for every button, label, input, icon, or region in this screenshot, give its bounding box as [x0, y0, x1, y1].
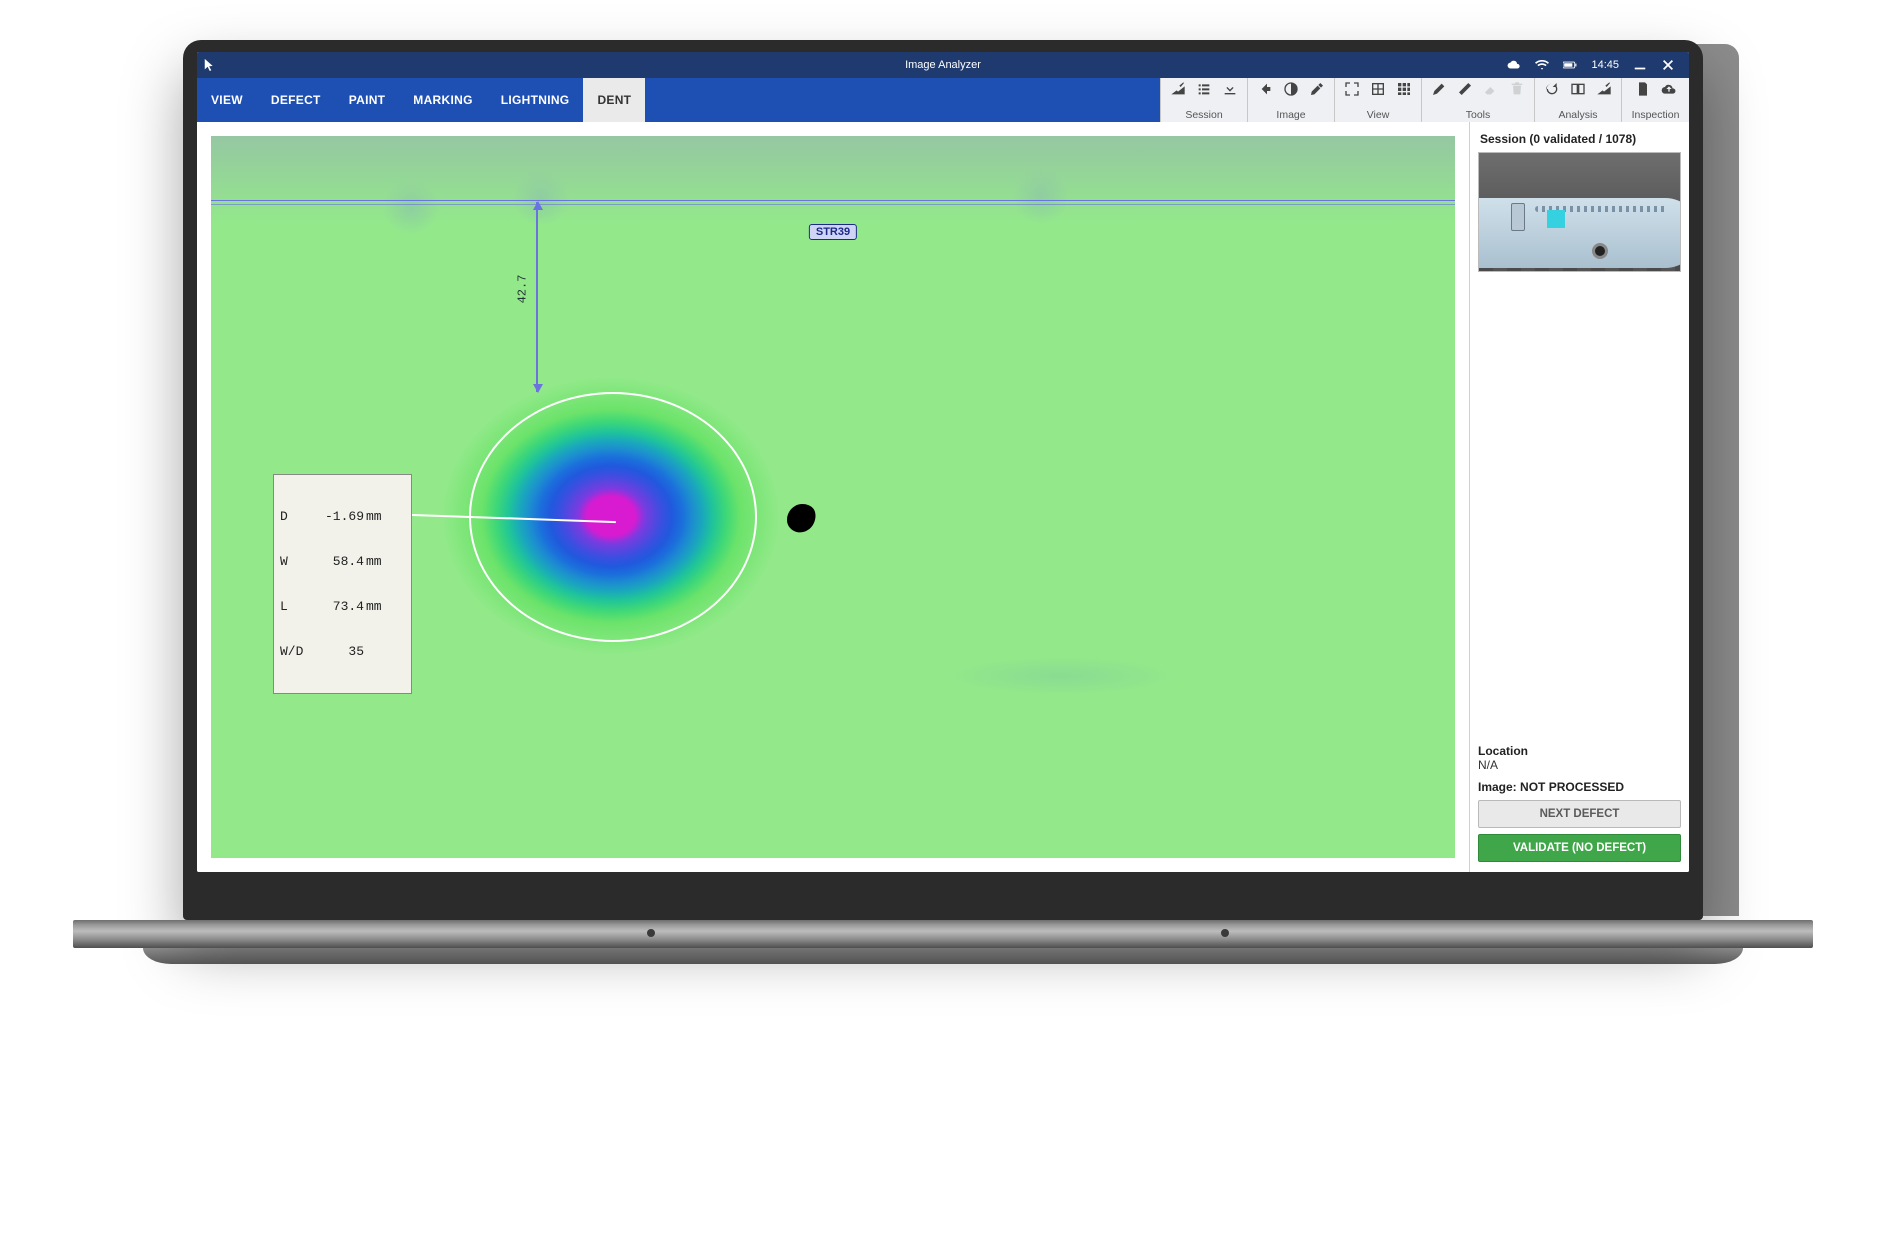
tool-group-session-label: Session: [1185, 109, 1222, 121]
tab-marking-label: MARKING: [413, 93, 472, 107]
dent-l-value: 73.4: [314, 599, 364, 614]
session-open-icon[interactable]: [1169, 80, 1187, 98]
image-settings-icon[interactable]: [1308, 80, 1326, 98]
view-grid-icon[interactable]: [1395, 80, 1413, 98]
session-sep: /: [1599, 132, 1602, 146]
tool-group-analysis-label: Analysis: [1558, 109, 1597, 121]
tab-lightning-label: LIGHTNING: [501, 93, 570, 107]
dent-measurements-box: D-1.69mm W58.4mm L73.4mm W/D35: [273, 474, 412, 694]
dent-wd-value: 35: [314, 644, 364, 659]
tab-defect[interactable]: DEFECT: [257, 78, 335, 122]
aircraft-thumbnail[interactable]: [1478, 152, 1681, 272]
tool-group-inspection: Inspection: [1621, 78, 1689, 122]
close-button[interactable]: [1661, 58, 1675, 72]
artifact-blob: [783, 502, 823, 542]
tool-group-inspection-label: Inspection: [1632, 109, 1680, 121]
tool-group-view-label: View: [1367, 109, 1390, 121]
tools-erase-icon: [1482, 80, 1500, 98]
validate-label: VALIDATE (NO DEFECT): [1513, 842, 1646, 854]
tab-paint-label: PAINT: [349, 93, 386, 107]
thumbnail-marker: [1547, 210, 1565, 228]
tab-view[interactable]: VIEW: [197, 78, 257, 122]
depth-map-canvas[interactable]: STR39 42.7 D-1.69mm W58.4mm L73.4mm W/D3…: [211, 136, 1455, 858]
view-fit-icon[interactable]: [1343, 80, 1361, 98]
ribbon-tabs: VIEW DEFECT PAINT MARKING LIGHTNING DENT: [197, 78, 645, 122]
laptop-base: [143, 948, 1743, 964]
battery-icon: [1563, 58, 1577, 72]
validate-button[interactable]: VALIDATE (NO DEFECT): [1478, 834, 1681, 862]
image-status: Image: NOT PROCESSED: [1478, 780, 1681, 794]
window-title: Image Analyzer: [905, 59, 981, 71]
inspection-upload-icon[interactable]: [1660, 80, 1678, 98]
view-zoom-icon[interactable]: [1369, 80, 1387, 98]
session-suffix: ): [1632, 132, 1636, 146]
session-prefix: Session (: [1480, 132, 1533, 146]
location-label: Location: [1478, 744, 1681, 758]
structure-ref-badge: STR39: [809, 224, 857, 240]
distance-value: 42.7: [515, 275, 529, 304]
tool-group-tools: Tools: [1421, 78, 1534, 122]
cursor-icon: [203, 58, 217, 72]
tool-group-image-label: Image: [1276, 109, 1305, 121]
wifi-icon: [1535, 58, 1549, 72]
image-back-icon[interactable]: [1256, 80, 1274, 98]
analysis-plane-icon[interactable]: [1595, 80, 1613, 98]
distance-arrow: 42.7: [536, 202, 538, 392]
toolbar: Session Image: [1160, 78, 1689, 122]
tool-group-session: Session: [1160, 78, 1247, 122]
canvas-top-band: [211, 136, 1455, 226]
canvas-wrap: STR39 42.7 D-1.69mm W58.4mm L73.4mm W/D3…: [197, 122, 1469, 872]
dent-l-unit: mm: [364, 599, 388, 614]
session-total-count: 1078: [1605, 132, 1632, 146]
screen-bezel: Image Analyzer 14:45 VIEW DEFECT: [183, 40, 1703, 920]
tab-dent-label: DENT: [597, 93, 631, 107]
location-value: N/A: [1478, 758, 1681, 772]
location-block: Location N/A: [1478, 744, 1681, 772]
tools-ruler-icon[interactable]: [1456, 80, 1474, 98]
dent-wd-unit: [364, 644, 388, 659]
tab-view-label: VIEW: [211, 93, 243, 107]
image-status-key: Image:: [1478, 780, 1517, 794]
structure-reference-line-2: [211, 204, 1455, 205]
dent-w-value: 58.4: [314, 554, 364, 569]
dent-w-unit: mm: [364, 554, 388, 569]
tool-group-analysis: Analysis: [1534, 78, 1621, 122]
tab-lightning[interactable]: LIGHTNING: [487, 78, 584, 122]
session-list-icon[interactable]: [1195, 80, 1213, 98]
tools-pencil-icon[interactable]: [1430, 80, 1448, 98]
app-window: Image Analyzer 14:45 VIEW DEFECT: [197, 52, 1689, 872]
tab-dent[interactable]: DENT: [583, 78, 645, 122]
tool-group-view: View: [1334, 78, 1421, 122]
tab-defect-label: DEFECT: [271, 93, 321, 107]
next-defect-label: NEXT DEFECT: [1540, 808, 1620, 820]
tool-group-image: Image: [1247, 78, 1334, 122]
ribbon: VIEW DEFECT PAINT MARKING LIGHTNING DENT: [197, 78, 1689, 122]
tab-marking[interactable]: MARKING: [399, 78, 486, 122]
session-validated-count: 0: [1533, 132, 1540, 146]
side-panel: Session (0 validated / 1078): [1469, 122, 1689, 872]
title-bar: Image Analyzer 14:45: [197, 52, 1689, 78]
next-defect-button[interactable]: NEXT DEFECT: [1478, 800, 1681, 828]
dent-d-value: -1.69: [314, 509, 364, 524]
inspection-report-icon[interactable]: [1634, 80, 1652, 98]
analysis-refresh-icon[interactable]: [1543, 80, 1561, 98]
session-save-icon[interactable]: [1221, 80, 1239, 98]
laptop-mockup: Image Analyzer 14:45 VIEW DEFECT: [183, 40, 1703, 964]
tool-group-tools-label: Tools: [1466, 109, 1491, 121]
cloud-icon: [1507, 58, 1521, 72]
tab-paint[interactable]: PAINT: [335, 78, 400, 122]
structure-reference-line: [211, 200, 1455, 201]
system-tray: 14:45: [1493, 58, 1689, 72]
content-area: STR39 42.7 D-1.69mm W58.4mm L73.4mm W/D3…: [197, 122, 1689, 872]
image-contrast-icon[interactable]: [1282, 80, 1300, 98]
minimize-button[interactable]: [1633, 58, 1647, 72]
session-validated-word: validated: [1543, 132, 1595, 146]
dent-d-unit: mm: [364, 509, 388, 524]
session-summary: Session (0 validated / 1078): [1480, 132, 1679, 146]
laptop-hinge: [73, 920, 1813, 948]
image-status-value: NOT PROCESSED: [1520, 780, 1624, 794]
analysis-compare-icon[interactable]: [1569, 80, 1587, 98]
clock-text: 14:45: [1591, 59, 1619, 71]
tools-trash-icon: [1508, 80, 1526, 98]
